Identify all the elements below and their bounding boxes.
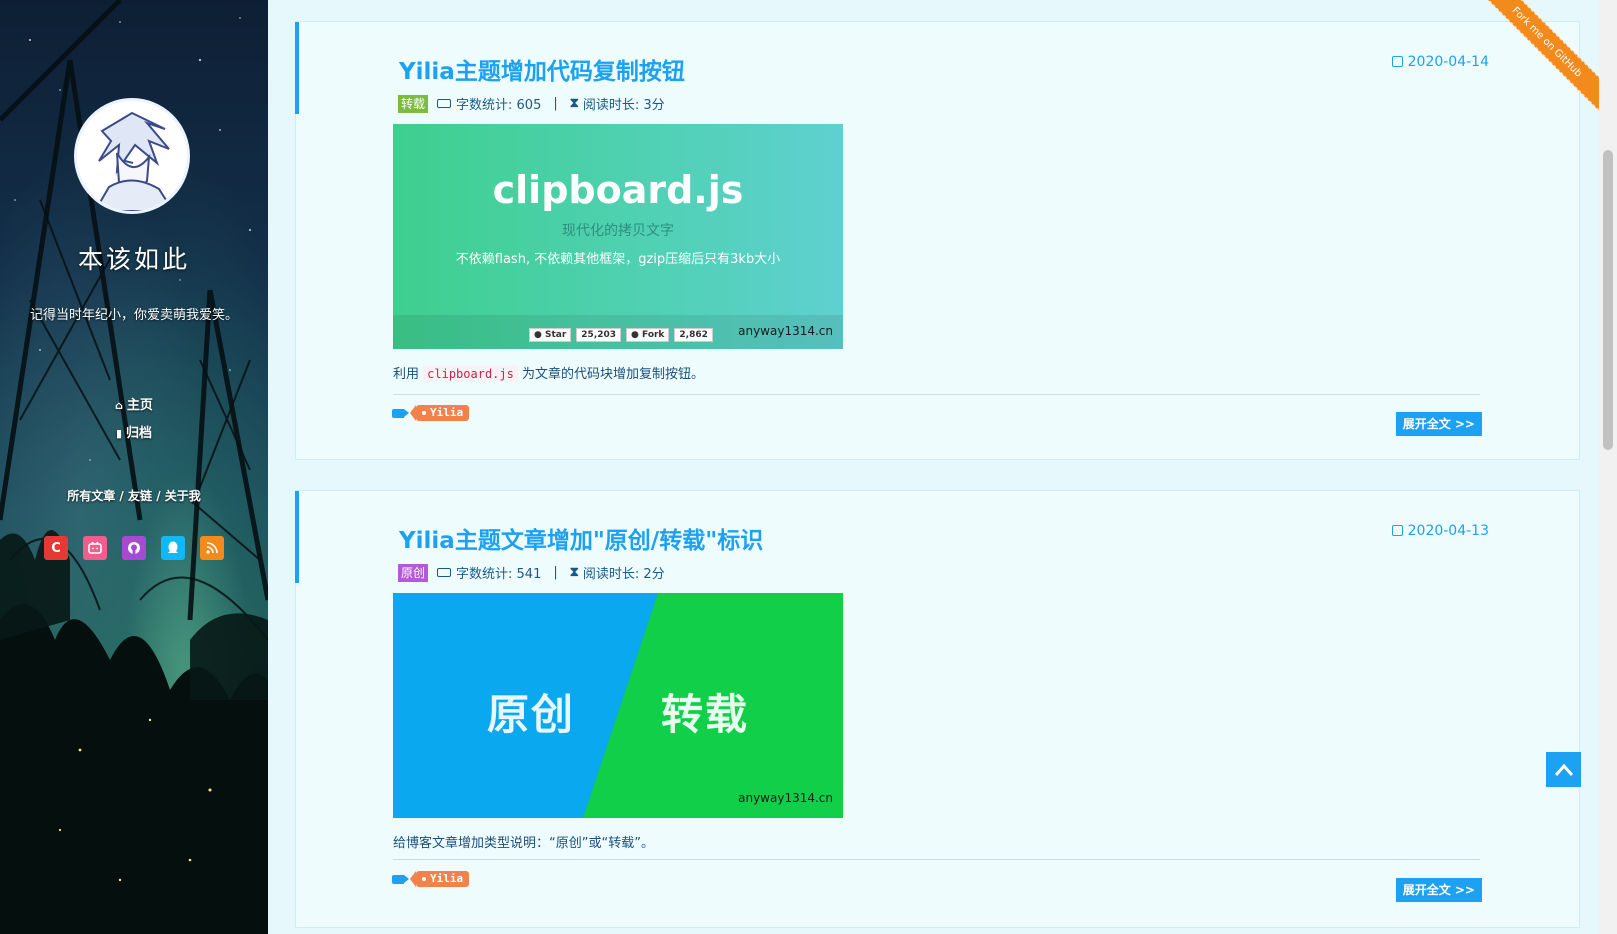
meta-separator: | <box>553 96 558 111</box>
cover-watermark: anyway1314.cn <box>738 791 833 805</box>
blog-name[interactable]: 本该如此 <box>0 240 268 276</box>
post-divider <box>393 394 1480 395</box>
word-count: 字数统计: 605 <box>456 98 542 113</box>
cover-left-text: 原创 <box>487 690 576 739</box>
post-title[interactable]: Yilia主题文章增加"原创/转载"标识 <box>399 521 763 555</box>
fork-label: Fork <box>642 330 665 340</box>
scroll-to-top-button[interactable] <box>1546 752 1581 787</box>
sidebar-nav: ⌂ 主页 ▮ 归档 <box>0 392 268 448</box>
read-time: 阅读时长: 3分 <box>582 98 665 113</box>
post-cover-image[interactable]: 原创 转载 anyway1314.cn <box>393 593 843 818</box>
link-friends[interactable]: 友链 <box>128 489 152 503</box>
read-more-button[interactable]: 展开全文 >> <box>1395 878 1482 902</box>
post-meta: 原创 字数统计: 541 | ⧗ 阅读时长: 2分 <box>398 563 665 582</box>
post-accent-bar <box>295 22 299 114</box>
tag-yilia[interactable]: Yilia <box>409 405 470 421</box>
word-count: 字数统计: 541 <box>456 567 542 582</box>
keyboard-icon <box>437 568 452 577</box>
page-scrollbar[interactable] <box>1599 0 1617 934</box>
github-buttons: ● Star 25,203 ● Fork 2,862 <box>529 328 713 342</box>
post-excerpt: 给博客文章增加类型说明：“原创”或“转载”。 <box>393 836 654 851</box>
post-type-badge: 原创 <box>398 563 429 582</box>
post-card: Yilia主题增加代码复制按钮 2020-04-14 转载 字数统计: 605 … <box>295 21 1580 460</box>
cover-heading: clipboard.js <box>492 168 744 212</box>
tag-icon <box>392 408 409 418</box>
hourglass-icon: ⧗ <box>569 565 579 580</box>
link-all-posts[interactable]: 所有文章 <box>67 489 115 503</box>
excerpt-code: clipboard.js <box>423 366 518 382</box>
link-separator: / <box>119 489 128 503</box>
meta-separator: | <box>553 565 558 580</box>
hourglass-icon: ⧗ <box>569 96 579 111</box>
keyboard-icon <box>437 99 452 108</box>
post-type-badge: 转载 <box>398 94 429 113</box>
read-more-button[interactable]: 展开全文 >> <box>1395 412 1482 436</box>
post-list: Yilia主题增加代码复制按钮 2020-04-14 转载 字数统计: 605 … <box>268 0 1599 934</box>
github-icon[interactable] <box>122 536 146 560</box>
bilibili-icon[interactable] <box>83 536 107 560</box>
post-title[interactable]: Yilia主题增加代码复制按钮 <box>399 52 685 86</box>
post-date: 2020-04-13 <box>1391 523 1489 539</box>
fork-button: ● Fork <box>626 328 670 342</box>
nav-archive-label: 归档 <box>126 426 153 441</box>
read-time: 阅读时长: 2分 <box>582 567 665 582</box>
qq-icon[interactable] <box>161 536 185 560</box>
star-button: ● Star <box>529 328 572 342</box>
post-date: 2020-04-14 <box>1391 54 1489 70</box>
link-about[interactable]: 关于我 <box>165 489 201 503</box>
nav-archive[interactable]: ▮ 归档 <box>0 420 268 448</box>
star-count: 25,203 <box>576 328 622 342</box>
chevron-up-icon <box>1554 763 1573 776</box>
post-date-text: 2020-04-14 <box>1407 54 1489 70</box>
avatar[interactable] <box>74 98 190 214</box>
excerpt-text: 利用 <box>393 367 424 382</box>
star-label: Star <box>545 330 567 340</box>
post-excerpt: 利用 clipboard.js 为文章的代码块增加复制按钮。 <box>393 363 704 382</box>
cover-split-shape <box>583 593 843 818</box>
post-card: Yilia主题文章增加"原创/转载"标识 2020-04-13 原创 字数统计:… <box>295 490 1580 928</box>
sidebar-content: 本该如此 记得当时年纪小，你爱卖萌我爱笑。 ⌂ 主页 ▮ 归档 所有文章 / 友链 … <box>0 0 268 934</box>
home-icon: ⌂ <box>115 399 123 412</box>
post-meta: 转载 字数统计: 605 | ⧗ 阅读时长: 3分 <box>398 94 665 113</box>
avatar-illustration <box>77 101 187 211</box>
link-separator: / <box>156 489 165 503</box>
nav-home-label: 主页 <box>126 398 153 413</box>
calendar-icon <box>1391 56 1403 67</box>
rss-icon[interactable] <box>200 536 224 560</box>
tag-icon <box>392 874 409 884</box>
sidebar: 本该如此 记得当时年纪小，你爱卖萌我爱笑。 ⌂ 主页 ▮ 归档 所有文章 / 友链 … <box>0 0 268 934</box>
post-divider <box>393 859 1480 860</box>
nav-home[interactable]: ⌂ 主页 <box>0 392 268 420</box>
scrollbar-thumb[interactable] <box>1603 150 1613 450</box>
post-tags: Yilia <box>392 405 470 421</box>
fork-count: 2,862 <box>674 328 713 342</box>
post-tags: Yilia <box>392 871 470 887</box>
csdn-icon[interactable]: C <box>44 536 68 560</box>
tag-yilia[interactable]: Yilia <box>409 871 470 887</box>
social-links: C <box>0 536 268 560</box>
cover-right-text: 转载 <box>661 690 750 739</box>
cover-watermark: anyway1314.cn <box>738 324 833 338</box>
blog-motto: 记得当时年纪小，你爱卖萌我爱笑。 <box>30 308 239 323</box>
post-accent-bar <box>295 491 299 583</box>
post-date-text: 2020-04-13 <box>1407 523 1489 539</box>
archive-icon: ▮ <box>115 427 123 440</box>
sidebar-links: 所有文章 / 友链 / 关于我 <box>0 487 268 504</box>
cover-subtitle: 现代化的拷贝文字 <box>562 223 674 239</box>
post-cover-image[interactable]: clipboard.js 现代化的拷贝文字 不依赖flash, 不依赖其他框架，… <box>393 124 843 349</box>
calendar-icon <box>1391 525 1403 536</box>
excerpt-text: 为文章的代码块增加复制按钮。 <box>517 367 704 382</box>
cover-description: 不依赖flash, 不依赖其他框架，gzip压缩后只有3kb大小 <box>455 252 781 267</box>
